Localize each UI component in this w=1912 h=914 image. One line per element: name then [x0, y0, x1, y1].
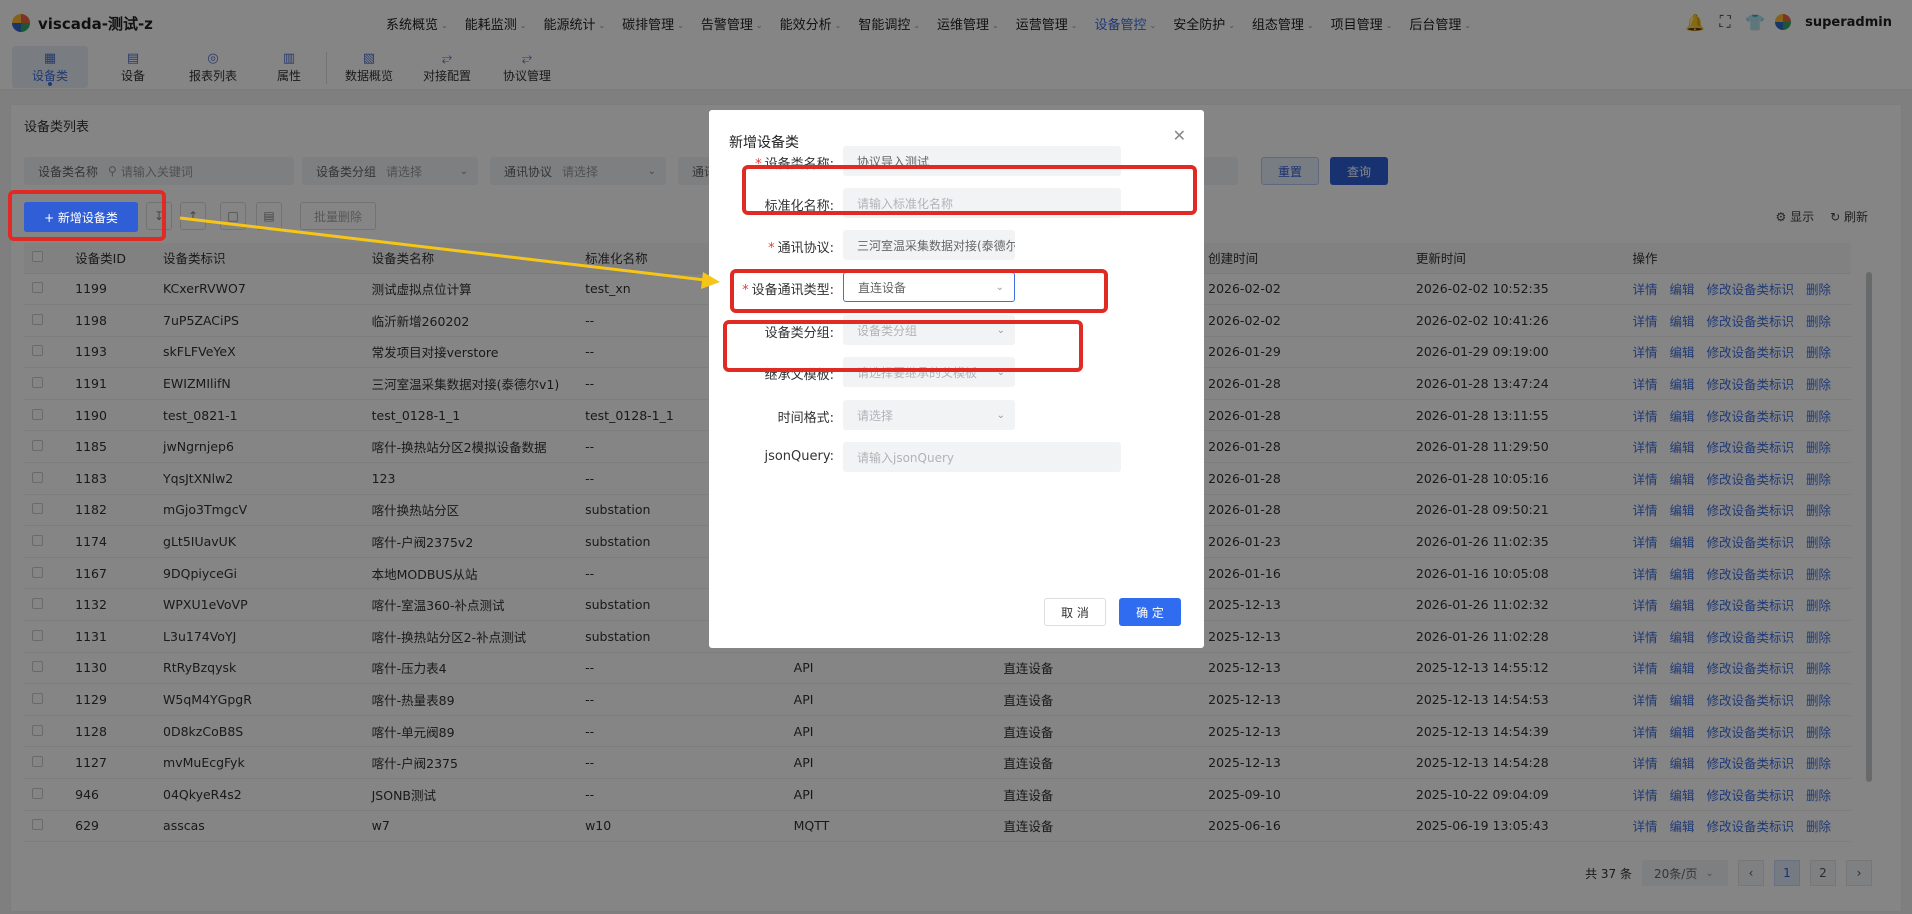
form-label-text: 设备类分组: [764, 326, 834, 341]
form-row: * 设备通讯类型: 直连设备 ⌄ [709, 272, 1204, 302]
required-marker: * [768, 241, 775, 256]
form-label: 时间格式: [778, 407, 834, 426]
form-label-text: 时间格式: [777, 411, 834, 426]
field-placeholder: 请选择要继承的父模板 [857, 365, 978, 380]
form-label-text: 标准化名称: [764, 199, 834, 214]
form-label-text: jsonQuery: [764, 449, 834, 464]
form-label-text: 设备类名称: [764, 157, 834, 172]
field-value: 协议导入测试 [857, 154, 930, 169]
chevron-down-icon: ⌄ [995, 281, 1004, 293]
field-placeholder: 请选择 [857, 408, 894, 423]
form-row: * 通讯协议: 三河室温采集数据对接(泰德尔 ⌄ [709, 230, 1204, 260]
form-row: * 设备类名称: 协议导入测试 [709, 146, 1204, 176]
field-placeholder: 请输入标准化名称 [857, 196, 954, 211]
add-device-class-button-highlighted[interactable]: + 新增设备类 [24, 202, 138, 232]
add-device-class-dialog: 新增设备类 ✕ * 设备类名称: 协议导入测试 标准化名称: 请输入标准化名称 * 通讯协议… [709, 110, 1204, 648]
form-label-text: 通讯协议: [777, 241, 834, 256]
form-row: jsonQuery: 请输入jsonQuery [709, 442, 1204, 472]
field-value: 三河室温采集数据对接(泰德尔 [857, 238, 1015, 253]
form-select[interactable]: 请选择要继承的父模板 ⌄ [843, 357, 1015, 387]
form-label: 设备类分组: [765, 322, 834, 341]
form-row: 标准化名称: 请输入标准化名称 [709, 188, 1204, 218]
required-marker: * [755, 157, 762, 172]
chevron-down-icon: ⌄ [996, 324, 1005, 336]
cancel-button[interactable]: 取 消 [1044, 598, 1106, 626]
form-label-text: 继承父模板: [764, 368, 834, 383]
close-icon[interactable]: ✕ [1173, 126, 1186, 145]
form-label-text: 设备通讯类型: [751, 283, 834, 298]
chevron-down-icon: ⌄ [996, 239, 1005, 251]
form-input[interactable]: 请输入标准化名称 [843, 188, 1121, 218]
form-select[interactable]: 三河室温采集数据对接(泰德尔 ⌄ [843, 230, 1015, 260]
field-value: 直连设备 [858, 280, 907, 295]
field-placeholder: 设备类分组 [857, 323, 918, 338]
form-select[interactable]: 请选择 ⌄ [843, 400, 1015, 430]
form-label: 继承父模板: [765, 364, 834, 383]
form-label: jsonQuery: [764, 449, 834, 464]
form-select[interactable]: 设备类分组 ⌄ [843, 315, 1015, 345]
form-row: 继承父模板: 请选择要继承的父模板 ⌄ [709, 357, 1204, 387]
form-select[interactable]: 直连设备 ⌄ [843, 272, 1015, 302]
chevron-down-icon: ⌄ [996, 366, 1005, 378]
form-label: * 设备通讯类型: [742, 279, 834, 298]
form-row: 时间格式: 请选择 ⌄ [709, 400, 1204, 430]
confirm-button[interactable]: 确 定 [1119, 598, 1181, 626]
form-input[interactable]: 请输入jsonQuery [843, 442, 1121, 472]
form-label: * 设备类名称: [755, 153, 834, 172]
chevron-down-icon: ⌄ [996, 409, 1005, 421]
form-input[interactable]: 协议导入测试 [843, 146, 1121, 176]
form-label: 标准化名称: [765, 195, 834, 214]
field-placeholder: 请输入jsonQuery [857, 450, 955, 465]
required-marker: * [742, 283, 749, 298]
form-label: * 通讯协议: [768, 237, 834, 256]
form-row: 设备类分组: 设备类分组 ⌄ [709, 315, 1204, 345]
